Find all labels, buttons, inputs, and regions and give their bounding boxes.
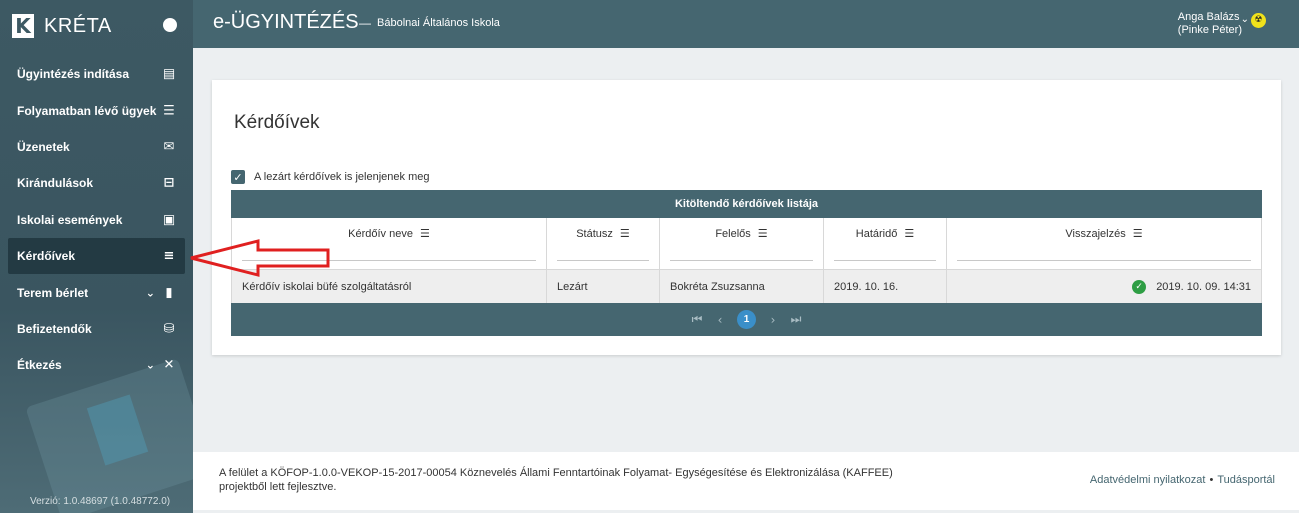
footer-links: Adatvédelmi nyilatkozat • Tudásportál	[1090, 474, 1275, 486]
sidebar-item-iskolai-esemenyek[interactable]: Iskolai események ▣	[0, 202, 193, 238]
sort-icon[interactable]: ☰	[758, 228, 768, 269]
sidebar-item-label: Kérdőívek	[17, 249, 76, 264]
knowledge-portal-link[interactable]: Tudásportál	[1217, 474, 1275, 486]
bed-icon: ⊟	[163, 175, 175, 191]
check-circle-icon: ✓	[1132, 279, 1147, 294]
title-separator: —	[359, 16, 371, 30]
sidebar-item-label: Ügyintézés indítása	[17, 67, 130, 82]
next-page-icon[interactable]: ›	[767, 313, 779, 327]
filter-input[interactable]	[957, 260, 1251, 261]
privacy-link[interactable]: Adatvédelmi nyilatkozat	[1090, 474, 1206, 486]
sidebar-item-befizetendok[interactable]: Befizetendők ⛁	[0, 311, 193, 347]
school-name: Bábolnai Általános Iskola	[377, 17, 500, 29]
questionnaire-grid: Kitöltendő kérdőívek listája Kérdőív nev…	[231, 190, 1262, 336]
page-title: Kérdőívek	[234, 112, 320, 133]
utensils-icon: ✕	[163, 357, 175, 373]
filter-input[interactable]	[670, 260, 813, 261]
filter-input[interactable]	[834, 260, 936, 261]
show-closed-checkbox[interactable]: ✓	[231, 170, 245, 184]
table-row[interactable]: Kérdőív iskolai büfé szolgáltatásról Lez…	[231, 270, 1262, 303]
footer-text: A felület a KÖFOP-1.0.0-VEKOP-15-2017-00…	[219, 467, 893, 493]
menu-lines-icon: ≡	[163, 248, 175, 264]
door-icon: ▮	[165, 285, 173, 301]
sort-icon[interactable]: ☰	[620, 228, 630, 269]
user-sub: (Pinke Péter)	[1177, 24, 1242, 36]
chevron-down-icon[interactable]: ⌄	[146, 286, 155, 299]
sidebar-menu: Ügyintézés indítása ▤ Folyamatban lévő ü…	[0, 56, 193, 384]
accessibility-icon[interactable]: ☢	[1251, 13, 1266, 28]
user-name: Anga Balázs	[1177, 11, 1240, 23]
page-button-current[interactable]: 1	[737, 310, 756, 329]
sidebar-item-kirandulasok[interactable]: Kirándulások ⊟	[0, 165, 193, 201]
sidebar-item-uzenetek[interactable]: Üzenetek ✉	[0, 129, 193, 165]
sidebar-item-ugyintezes-inditasa[interactable]: Ügyintézés indítása ▤	[0, 56, 193, 92]
note-add-icon: ▤	[162, 66, 176, 82]
sidebar-item-label: Kirándulások	[17, 176, 94, 191]
show-closed-label: A lezárt kérdőívek is jelenjenek meg	[254, 171, 430, 183]
calendar-icon: ▣	[162, 212, 176, 228]
prev-page-icon[interactable]: ‹	[714, 313, 726, 327]
footer-link-separator: •	[1209, 474, 1214, 486]
cell-feedback: ✓ 2019. 10. 09. 14:31	[947, 270, 1261, 303]
first-page-icon[interactable]: ⏮	[691, 312, 703, 327]
column-header-owner[interactable]: Felelős ☰	[660, 218, 824, 269]
grid-header: Kérdőív neve ☰ Státusz ☰ Felelős ☰ Határidő…	[231, 218, 1262, 270]
kreta-logo-icon: K	[12, 14, 34, 38]
chevron-down-icon[interactable]: ⌄	[146, 359, 155, 372]
sidebar-toggle-icon[interactable]	[163, 18, 177, 32]
cell-deadline: 2019. 10. 16.	[824, 270, 947, 303]
cell-owner: Bokréta Zsuzsanna	[660, 270, 824, 303]
annotation-arrow-icon	[190, 239, 330, 277]
sort-icon[interactable]: ☰	[1133, 228, 1143, 269]
app-title: e-ÜGYINTÉZÉS	[213, 11, 359, 33]
version-text: Verzió: 1.0.48697 (1.0.48772.0)	[30, 496, 171, 507]
show-closed-checkbox-row[interactable]: ✓ A lezárt kérdőívek is jelenjenek meg	[231, 170, 429, 184]
sidebar-item-label: Folyamatban lévő ügyek	[17, 103, 157, 118]
footer: A felület a KÖFOP-1.0.0-VEKOP-15-2017-00…	[193, 452, 1299, 510]
content-card: Kérdőívek ✓ A lezárt kérdőívek is jelenj…	[212, 80, 1281, 355]
sidebar-item-label: Terem bérlet	[17, 285, 89, 300]
logo[interactable]: K KRÉTA	[12, 14, 112, 38]
payment-icon: ⛁	[163, 321, 175, 337]
chevron-down-icon[interactable]: ⌄	[1241, 14, 1249, 25]
sidebar-item-label: Iskolai események	[17, 212, 123, 227]
list-icon: ☰	[163, 103, 175, 119]
column-header-deadline[interactable]: Határidő ☰	[824, 218, 947, 269]
sidebar-item-label: Üzenetek	[17, 139, 70, 154]
top-header: e-ÜGYINTÉZÉS — Bábolnai Általános Iskola…	[193, 0, 1299, 48]
user-menu[interactable]: Anga Balázs (Pinke Péter)	[1178, 11, 1242, 37]
sidebar-item-etkezes[interactable]: Étkezés ⌄ ✕	[0, 347, 193, 383]
sidebar-item-terem-berlet[interactable]: Terem bérlet ⌄ ▮	[0, 274, 193, 310]
sort-icon[interactable]: ☰	[904, 228, 914, 269]
last-page-icon[interactable]: ⏭	[790, 312, 802, 327]
column-header-feedback[interactable]: Visszajelzés ☰	[947, 218, 1261, 269]
sidebar-item-kerdoivek[interactable]: Kérdőívek ≡	[8, 237, 185, 275]
sidebar: K KRÉTA Ügyintézés indítása ▤ Folyamatba…	[0, 0, 193, 513]
sidebar-item-label: Befizetendők	[17, 321, 92, 336]
grid-title: Kitöltendő kérdőívek listája	[231, 190, 1262, 218]
mail-icon: ✉	[163, 139, 175, 155]
cell-status: Lezárt	[547, 270, 660, 303]
column-header-status[interactable]: Státusz ☰	[547, 218, 660, 269]
pager: ⏮ ‹ 1 › ⏭	[231, 303, 1262, 336]
sidebar-item-folyamatban-levo-ugyek[interactable]: Folyamatban lévő ügyek ☰	[0, 92, 193, 128]
sort-icon[interactable]: ☰	[420, 228, 430, 269]
sidebar-item-label: Étkezés	[17, 358, 62, 373]
logo-text: KRÉTA	[44, 14, 112, 37]
filter-input[interactable]	[557, 260, 649, 261]
